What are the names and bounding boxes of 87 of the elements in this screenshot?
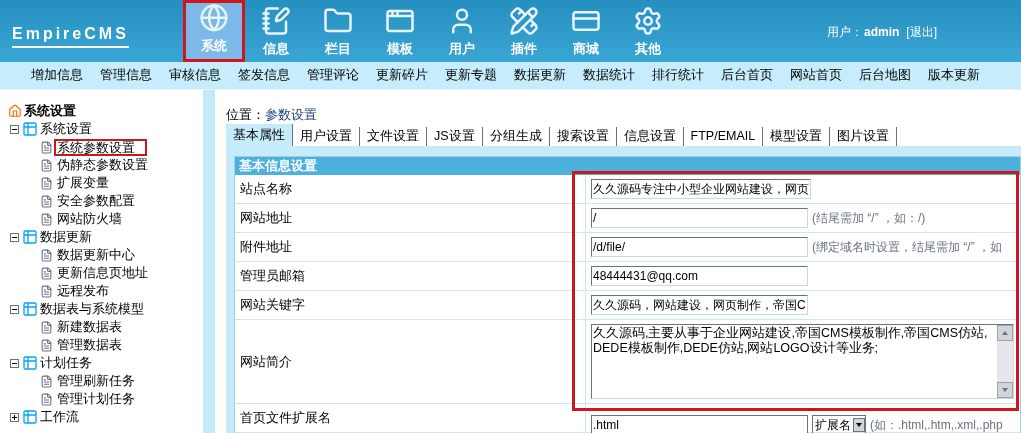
page-icon [40,248,53,262]
location-label: 位置： [226,106,265,124]
logo: EmpireCMS [12,22,129,48]
collapse-toggle[interactable] [10,304,19,314]
field-label: 网站关键字 [240,296,305,315]
collapse-toggle[interactable] [10,124,19,134]
tree-item[interactable]: 数据更新中心 [54,245,138,265]
page-icon [40,284,53,298]
tree-item[interactable]: 远程发布 [54,281,112,301]
extension-dropdown[interactable]: 扩展名 [812,415,866,433]
page-icon [40,320,53,334]
field-label: 首页文件扩展名 [240,409,331,428]
field-label: 管理员邮箱 [240,267,305,286]
ruler-pencil-icon [509,5,539,36]
field-hint: (如：.html,.htm,.xml,.php [870,417,1003,433]
text-field[interactable]: 48444431@qq.com [591,266,808,286]
tab[interactable]: 基本属性 [226,124,293,146]
globe-icon [199,3,229,33]
page-icon [40,266,53,280]
sub-nav-link[interactable]: 网站首页 [790,66,842,85]
gear-icon [633,5,663,36]
page-icon [40,374,53,388]
tree-group[interactable]: 数据表与系统模型 [40,299,144,319]
tree-item[interactable]: 安全参数配置 [54,191,138,211]
field-label: 网站简介 [240,352,292,371]
sub-nav-link[interactable]: 后台地图 [859,66,911,85]
field-label: 站点名称 [240,180,292,199]
notepad-icon [261,5,291,36]
tree-item[interactable]: 管理刷新任务 [54,371,138,391]
folder-icon [22,229,38,245]
collapse-toggle[interactable] [10,358,19,368]
tree-item[interactable]: 扩展变量 [54,173,112,193]
tree-group[interactable]: 数据更新 [40,227,92,247]
user-name: admin [864,24,900,41]
tree-item[interactable]: 网站防火墙 [54,209,125,229]
tree-item[interactable]: 管理数据表 [54,335,125,355]
field-label: 网站地址 [240,209,292,228]
page-icon [40,212,53,226]
page-icon [40,140,53,154]
tree-item[interactable]: 管理计划任务 [54,389,138,409]
tree-group[interactable]: 系统设置 [40,119,92,139]
field-label: 附件地址 [240,238,292,257]
scroll-down-icon[interactable] [997,382,1013,398]
sub-nav-link[interactable]: 增加信息 [31,66,83,85]
scrollbar[interactable] [997,325,1013,398]
sub-nav-link[interactable]: 管理评论 [307,66,359,85]
text-field[interactable]: 久久源码，网站建设，网页制作，帝国C [591,295,808,315]
sub-nav-link[interactable]: 版本更新 [928,66,980,85]
sub-nav-link[interactable]: 更新专题 [445,66,497,85]
sub-nav-link[interactable]: 更新碎片 [376,66,428,85]
scroll-up-icon[interactable] [997,325,1013,341]
field-hint: (绑定域名时设置，结尾需加 “/” ，如 [812,239,1002,256]
tree-item[interactable]: 伪静态参数设置 [54,155,151,175]
text-area[interactable]: 久久源码,主要从事于企业网站建设,帝国CMS模板制作,帝国CMS仿站,DEDE模板制作,DEDE仿站,网站LOGO设计等业务; [591,324,1014,399]
sub-nav-link[interactable]: 签发信息 [238,66,290,85]
tree-item[interactable]: 系统参数设置 [54,138,147,156]
page-icon [40,338,53,352]
sub-nav-link[interactable]: 排行统计 [652,66,704,85]
folder-icon [22,121,38,137]
text-field[interactable]: / [591,208,808,228]
page-icon [40,392,53,406]
tree-item[interactable]: 更新信息页地址 [54,263,151,283]
folder-icon [22,409,38,425]
tree-group[interactable]: 工作流 [40,407,79,427]
sub-nav-link[interactable]: 管理信息 [100,66,152,85]
text-field[interactable]: .html [591,415,808,433]
sub-nav-link[interactable]: 数据统计 [583,66,635,85]
text-field[interactable]: 久久源码专注中小型企业网站建设，网页 [591,179,811,199]
location-link[interactable]: 参数设置 [265,105,317,125]
field-hint: (结尾需加 “/” ，如：/) [812,210,926,227]
tree-group[interactable]: 计划任务 [40,353,92,373]
page-icon [40,158,53,172]
home-icon [8,104,22,118]
expand-toggle[interactable] [10,412,19,422]
folder-icon [22,355,38,371]
folder-icon [22,301,38,317]
page-icon [40,176,53,190]
sub-nav-link[interactable]: 后台首页 [721,66,773,85]
sub-nav-link[interactable]: 数据更新 [514,66,566,85]
tree-item[interactable]: 新建数据表 [54,317,125,337]
sub-nav-link[interactable]: 审核信息 [169,66,221,85]
page-icon [40,194,53,208]
sidebar-title: 系统设置 [24,102,76,121]
text-field[interactable]: /d/file/ [591,237,808,257]
collapse-toggle[interactable] [10,232,19,242]
section-title: 基本信息设置 [239,157,317,176]
user-label: 用户： [827,24,863,41]
